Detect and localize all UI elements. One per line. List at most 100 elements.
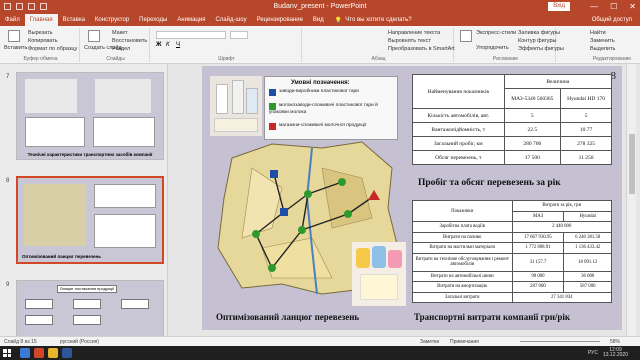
thumb-flow-box [73, 299, 101, 309]
status-bar: Слайд 8 из 15 русский (Россия) Заметки П… [0, 336, 640, 346]
table-cell: Кількість автомобілів, авт. [412, 108, 505, 123]
legend-label: заводи-виробники пластикової тари [279, 89, 359, 94]
thumb-number: 7 [6, 74, 10, 80]
table-header: Витрати за рік, грн [511, 200, 612, 212]
language-tray[interactable]: РУС [588, 350, 598, 356]
align-text-button[interactable]: Выровнять текст [388, 38, 431, 44]
tab-review[interactable]: Рецензирование [252, 14, 308, 26]
shape-outline-button[interactable]: Контур фигуры [518, 38, 556, 44]
table-header: Найменування показників [412, 74, 505, 109]
table-cell: 6 240 381.58 [563, 231, 612, 243]
table-cell: 10.77 [560, 122, 612, 137]
table-cell: 2 440 000 [511, 221, 612, 233]
copy-button[interactable]: Копировать [28, 38, 58, 44]
bold-button[interactable]: Ж [156, 42, 161, 48]
format-painter-button[interactable]: Формат по образцу [28, 46, 77, 52]
folder-icon[interactable] [48, 348, 58, 358]
table-cell: 287 000 [511, 281, 565, 293]
paste-button[interactable]: Вставить [4, 45, 27, 51]
editing-label: Редактирование [592, 56, 632, 62]
slides-group: Создать слайд Макет Восстановить Раздел … [82, 28, 150, 62]
tab-home[interactable]: Главная [24, 14, 58, 26]
table-row: Вантажопідйомність, т 22.5 10.77 [412, 122, 612, 137]
table-cell: Обсяг перевезень, т [412, 150, 505, 165]
table-cell: Витрати на технічне обслуговування і рем… [412, 252, 513, 272]
window-title: Budanv_present - PowerPoint [273, 3, 367, 10]
language-indicator[interactable]: русский (Россия) [60, 339, 99, 345]
table-cell: Витрати на паливо [412, 231, 513, 243]
quick-styles-button[interactable]: Экспресс-стили [476, 30, 516, 36]
costs-table: Показники Витрати за рік, грн МАЗ Hyunda… [412, 200, 612, 303]
paragraph-label: Абзац [371, 56, 386, 62]
tab-animations[interactable]: Анимация [172, 14, 210, 26]
word-icon[interactable] [62, 348, 72, 358]
table-cell: 36 000 [563, 270, 612, 282]
comments-button[interactable]: Примечания [450, 339, 479, 345]
table-header: МАЗ [511, 210, 565, 222]
tab-view[interactable]: Вид [308, 14, 329, 26]
drawing-group: Упорядочить Экспресс-стили Заливка фигур… [456, 28, 564, 62]
paste-icon[interactable] [8, 30, 20, 42]
slide-thumbnails-pane[interactable]: 7 Технічні характеристики транспортних з… [0, 64, 168, 351]
tell-me-box[interactable]: 💡 Что вы хотите сделать? [329, 17, 418, 24]
shape-effects-button[interactable]: Эффекты фигуры [518, 46, 564, 52]
new-slide-icon[interactable] [88, 30, 100, 42]
tab-slideshow[interactable]: Слайд-шоу [210, 14, 251, 26]
layout-button[interactable]: Макет [112, 30, 128, 36]
slide-thumbnail-8[interactable]: Оптимізований ланцюг перевезень [16, 176, 164, 264]
explorer-icon[interactable] [20, 348, 30, 358]
thumb-caption: Технічні характеристики транспортних зас… [27, 152, 153, 157]
tab-transitions[interactable]: Переходы [134, 14, 172, 26]
slide-counter: Слайд 8 из 15 [4, 339, 37, 345]
sign-in-button[interactable]: Вхід [548, 2, 570, 11]
legend-title: Умовні позначення: [291, 80, 350, 86]
underline-button[interactable]: Ч [176, 42, 180, 48]
powerpoint-icon[interactable] [34, 348, 44, 358]
table-cell: 587 000 [563, 281, 612, 293]
table-cell: Вантажопідйомність, т [412, 122, 505, 137]
vertical-scrollbar[interactable] [626, 64, 636, 351]
slide-canvas[interactable]: 8 Умовні позначення: заводи-виробники пл… [202, 66, 622, 330]
tab-file[interactable]: Файл [0, 14, 25, 26]
table-header: Показники [412, 200, 513, 222]
thumb-number: 8 [6, 178, 10, 184]
minimize-button[interactable]: — [590, 2, 598, 11]
windows-start-icon[interactable] [3, 349, 11, 357]
table-header: Hyundai HD 170 [560, 88, 612, 109]
legend-item-dairy: молокозаводи-споживачі пластикової тари … [269, 103, 395, 115]
table-row: Витрати на автомобільні шини 90 000 36 000 [412, 270, 612, 282]
maximize-button[interactable]: ☐ [610, 2, 617, 11]
table-row: Заробітна плата водіїв 2 440 000 [412, 221, 612, 233]
font-size-dropdown[interactable] [230, 31, 248, 39]
table-header: Величина [503, 74, 613, 89]
clipboard-label: Буфер обмена [23, 56, 58, 62]
table-row: Витрати на паливо 17 667 930.95 6 240 381.… [412, 231, 612, 243]
replace-button[interactable]: Заменить [590, 38, 615, 44]
caption-mileage: Пробіг та обсяг перевезень за рік [418, 178, 561, 188]
tab-insert[interactable]: Вставка [58, 14, 90, 26]
notes-button[interactable]: Заметки [420, 339, 439, 345]
legend-item-shop: магазини-споживачі молочної продукції [269, 123, 395, 130]
arrange-button[interactable]: Упорядочить [476, 45, 509, 51]
italic-button[interactable]: К [166, 42, 170, 48]
clock[interactable]: 12:09 13.12.2020 [603, 348, 628, 358]
section-button[interactable]: Раздел [112, 46, 130, 52]
close-button[interactable]: ✕ [629, 2, 636, 11]
find-button[interactable]: Найти [590, 30, 606, 36]
font-name-dropdown[interactable] [156, 31, 226, 39]
zoom-level[interactable]: 58% [610, 339, 620, 345]
select-button[interactable]: Выделить [590, 46, 615, 52]
shapes-icon[interactable] [460, 30, 472, 42]
text-direction-button[interactable]: Направление текста [388, 30, 440, 36]
zoom-slider[interactable] [520, 341, 600, 342]
scrollbar-thumb[interactable] [629, 134, 635, 194]
share-button[interactable]: Общий доступ [592, 17, 640, 23]
shape-fill-button[interactable]: Заливка фигуры [518, 30, 560, 36]
tab-design[interactable]: Конструктор [90, 14, 134, 26]
cut-button[interactable]: Вырезать [28, 30, 52, 36]
reset-button[interactable]: Восстановить [112, 38, 147, 44]
table-cell: Витрати на амортизацію [412, 281, 513, 293]
smartart-button[interactable]: Преобразовать в SmartArt [388, 46, 455, 52]
dairy-marker [338, 178, 346, 186]
slide-thumbnail-7[interactable]: Технічні характеристики транспортних зас… [16, 72, 164, 160]
